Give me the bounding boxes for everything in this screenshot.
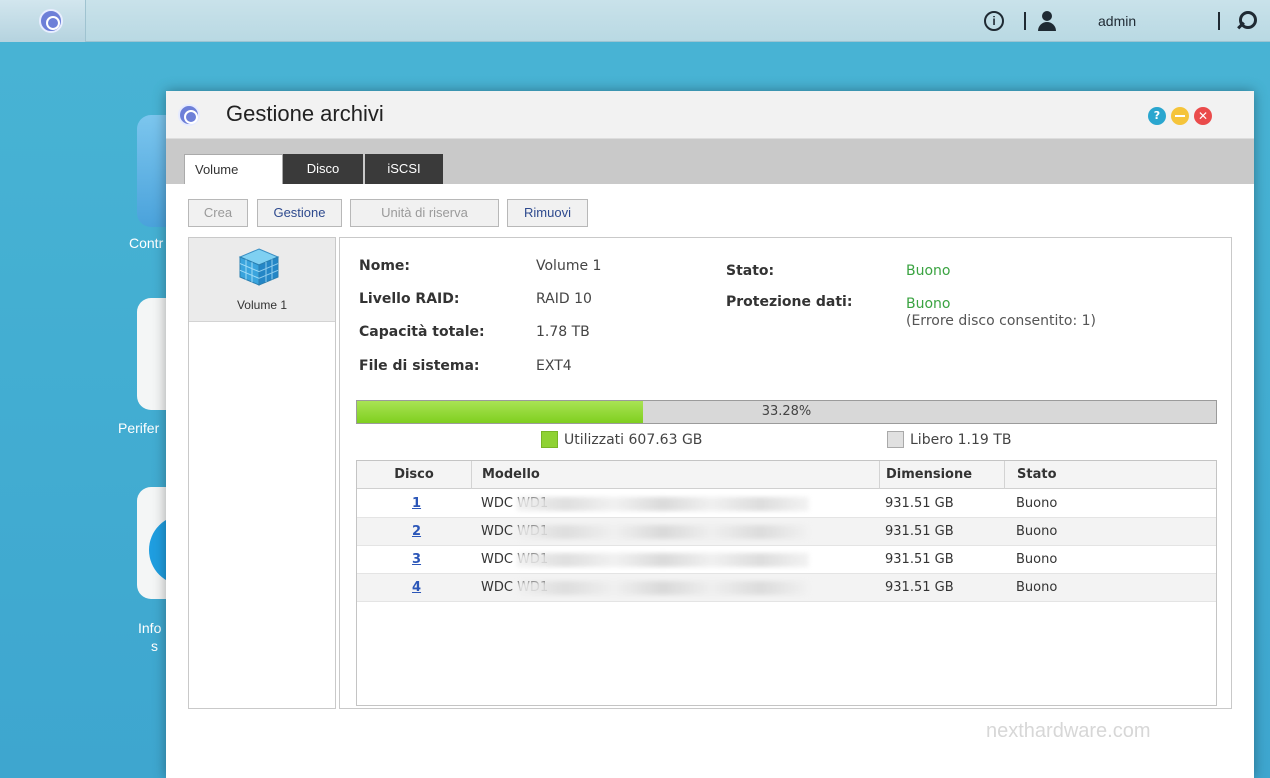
- storage-manager-window: Gestione archivi ? ✕ Volume Disco iSCSI …: [166, 91, 1254, 778]
- close-button[interactable]: ✕: [1194, 107, 1212, 125]
- column-header-stato[interactable]: Stato: [1005, 461, 1216, 489]
- username-label[interactable]: admin: [1098, 13, 1208, 29]
- separator: [1024, 12, 1026, 30]
- file-di-sistema-value: EXT4: [536, 358, 572, 374]
- table-row[interactable]: 3 WDC WD1 931.51 GB Buono: [357, 546, 1216, 574]
- protezione-dati-note: (Errore disco consentito: 1): [906, 313, 1097, 329]
- minimize-button[interactable]: [1171, 107, 1189, 125]
- redacted-serial: [517, 581, 809, 595]
- top-taskbar: i admin: [0, 0, 1270, 42]
- file-di-sistema-label: File di sistema:: [359, 358, 480, 374]
- redacted-serial: [517, 553, 809, 567]
- window-titlebar[interactable]: Gestione archivi ? ✕: [166, 91, 1254, 139]
- disk-number-link[interactable]: 4: [412, 574, 421, 602]
- tab-iscsi[interactable]: iSCSI: [365, 154, 443, 184]
- window-title: Gestione archivi: [226, 101, 384, 126]
- volume-list-item-label: Volume 1: [236, 298, 288, 312]
- stato-label: Stato:: [726, 263, 775, 279]
- table-row[interactable]: 2 WDC WD1 931.51 GB Buono: [357, 518, 1216, 546]
- free-legend-label: Libero 1.19 TB: [910, 432, 1012, 448]
- app-icon: [178, 104, 200, 126]
- raid-value: RAID 10: [536, 291, 592, 307]
- disk-size: 931.51 GB: [885, 552, 954, 567]
- capacita-label: Capacità totale:: [359, 324, 485, 340]
- volume-details-panel: Nome: Volume 1 Livello RAID: RAID 10 Cap…: [339, 237, 1232, 709]
- stato-value: Buono: [906, 263, 951, 279]
- disk-number-link[interactable]: 1: [412, 490, 421, 518]
- user-icon[interactable]: [1036, 10, 1058, 32]
- info-icon[interactable]: i: [984, 11, 1004, 31]
- storage-manager-taskbar-button[interactable]: [0, 0, 86, 42]
- protezione-dati-value: Buono: [906, 296, 951, 312]
- disk-number-link[interactable]: 3: [412, 546, 421, 574]
- raid-label: Livello RAID:: [359, 291, 460, 307]
- watermark-text: nexthardware.com: [986, 720, 1151, 742]
- desktop-label-info-2: s: [151, 638, 158, 654]
- column-header-modello[interactable]: Modello: [472, 461, 880, 489]
- disk-size: 931.51 GB: [885, 524, 954, 539]
- cube-icon: [238, 248, 280, 286]
- help-button[interactable]: ?: [1148, 107, 1166, 125]
- tab-volume[interactable]: Volume: [184, 154, 283, 184]
- redacted-serial: [517, 497, 809, 511]
- crea-button[interactable]: Crea: [188, 199, 248, 227]
- used-legend-swatch: [541, 431, 558, 448]
- rimuovi-button[interactable]: Rimuovi: [507, 199, 588, 227]
- nome-value: Volume 1: [536, 258, 602, 274]
- storage-manager-icon: [39, 9, 63, 33]
- table-row[interactable]: 1 WDC WD1 931.51 GB Buono: [357, 490, 1216, 518]
- usage-percent-label: 33.28%: [761, 404, 812, 419]
- search-icon[interactable]: [1234, 10, 1257, 32]
- separator: [1218, 12, 1220, 30]
- disk-table: Disco Modello Dimensione Stato 1 WDC WD1…: [356, 460, 1217, 706]
- disk-number-link[interactable]: 2: [412, 518, 421, 546]
- used-legend-label: Utilizzati 607.63 GB: [564, 432, 703, 448]
- disk-status: Buono: [1016, 496, 1058, 511]
- redacted-serial: [517, 525, 809, 539]
- gestione-button[interactable]: Gestione: [257, 199, 342, 227]
- volume-list: Volume 1: [188, 237, 336, 709]
- column-header-disco[interactable]: Disco: [357, 461, 472, 489]
- desktop-label-peripherals: Perifer: [118, 420, 160, 436]
- desktop-label-info: Info: [138, 620, 162, 636]
- protezione-dati-label: Protezione dati:: [726, 294, 853, 310]
- disk-status: Buono: [1016, 552, 1058, 567]
- tab-disco[interactable]: Disco: [283, 154, 363, 184]
- tab-bar: Volume Disco iSCSI: [166, 139, 1254, 184]
- nome-label: Nome:: [359, 258, 411, 274]
- disk-status: Buono: [1016, 580, 1058, 595]
- desktop-label-control: Contr: [129, 235, 164, 251]
- disk-table-header: Disco Modello Dimensione Stato: [357, 461, 1216, 489]
- volume-list-item[interactable]: Volume 1: [189, 238, 335, 322]
- disk-size: 931.51 GB: [885, 580, 954, 595]
- usage-bar: 33.28%: [356, 400, 1217, 424]
- disk-status: Buono: [1016, 524, 1058, 539]
- disk-size: 931.51 GB: [885, 496, 954, 511]
- table-row[interactable]: 4 WDC WD1 931.51 GB Buono: [357, 574, 1216, 602]
- free-legend-swatch: [887, 431, 904, 448]
- unita-di-riserva-button[interactable]: Unità di riserva: [350, 199, 499, 227]
- column-header-dimensione[interactable]: Dimensione: [880, 461, 1005, 489]
- capacita-value: 1.78 TB: [536, 324, 590, 340]
- topbar-right-controls: i admin: [984, 0, 1270, 42]
